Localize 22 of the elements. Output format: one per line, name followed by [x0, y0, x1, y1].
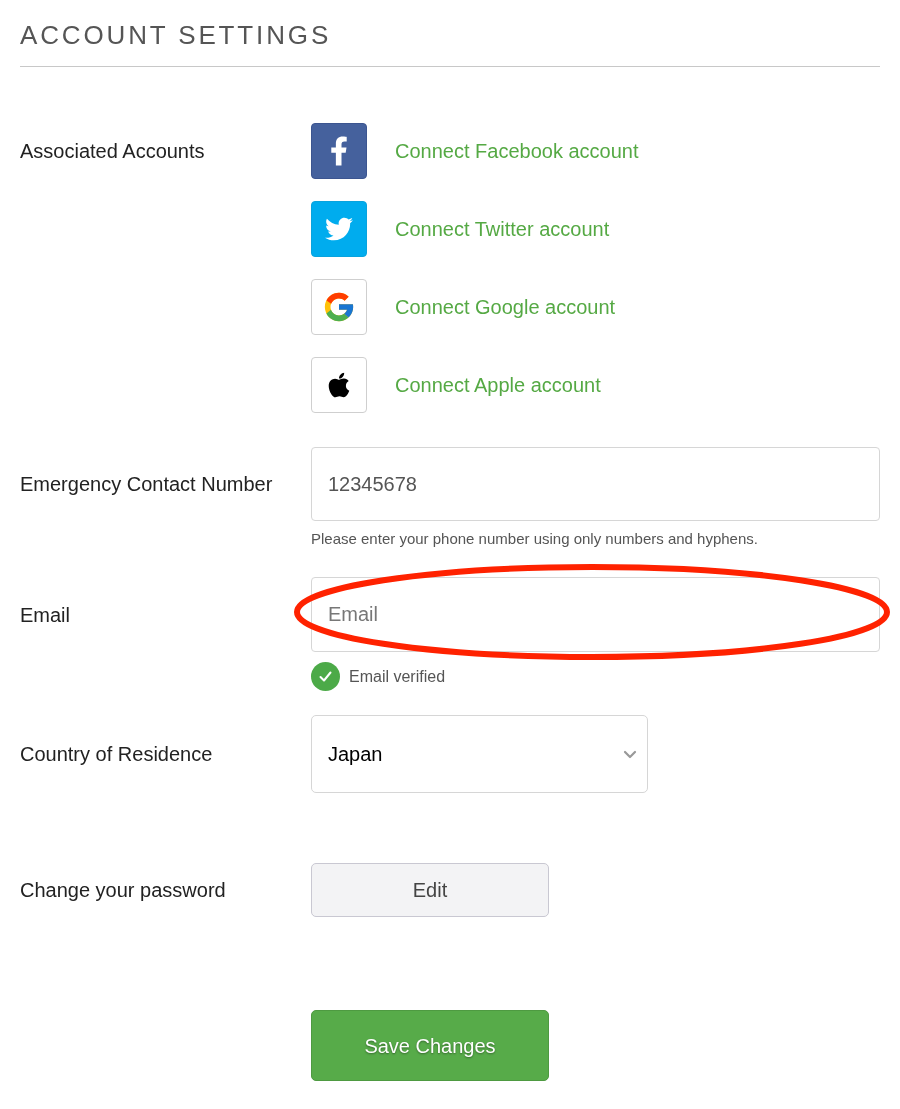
connect-account-link[interactable]: Connect Facebook account: [395, 136, 639, 166]
page-title: ACCOUNT SETTINGS: [20, 19, 333, 51]
f-logo-icon: [311, 123, 367, 179]
email-input[interactable]: Email: [311, 577, 880, 652]
status-text: Email verified: [349, 666, 446, 687]
connect-account-link[interactable]: Connect Google account: [395, 292, 616, 322]
help-text: Please enter your phone number using only numbers and hyphens.: [311, 530, 759, 548]
save-changes-button[interactable]: Save Changes: [311, 1010, 549, 1081]
bird-icon: [311, 201, 367, 257]
connect-account-link[interactable]: Connect Apple account: [395, 370, 601, 400]
country-select[interactable]: Japan: [311, 715, 648, 793]
field-label: Emergency Contact Number: [20, 472, 273, 497]
field-label: Email: [20, 602, 70, 628]
apple-icon: [311, 357, 367, 413]
g-logo-icon: [311, 279, 367, 335]
chevron-down-icon: [623, 749, 637, 759]
field-label: Associated Accounts: [20, 139, 205, 164]
edit-button[interactable]: Edit: [311, 863, 549, 917]
phone-input[interactable]: 12345678: [311, 447, 880, 521]
field-label: Change your password: [20, 878, 226, 903]
field-label: Country of Residence: [20, 742, 213, 767]
connect-account-link[interactable]: Connect Twitter account: [395, 214, 610, 244]
